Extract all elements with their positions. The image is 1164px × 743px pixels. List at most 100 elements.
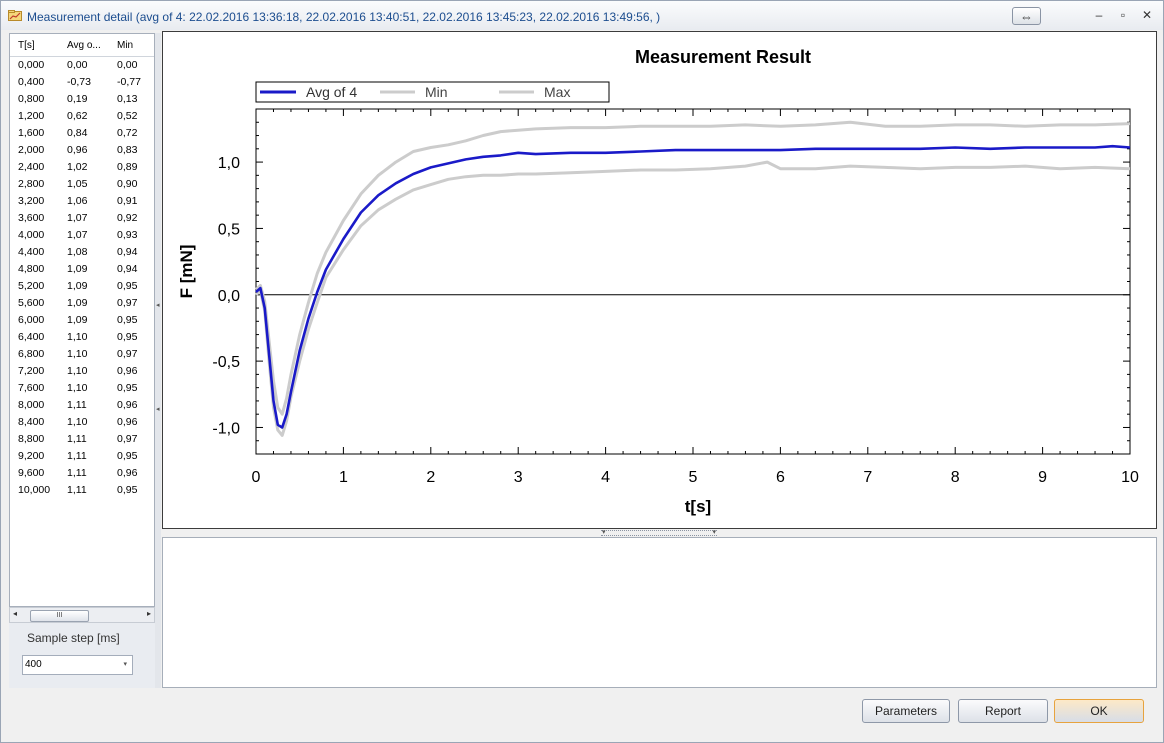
table-row[interactable]: 4,000 1,07 0,93 xyxy=(10,227,154,244)
cell-avg: 1,11 xyxy=(67,467,87,479)
column-header-min[interactable]: Min xyxy=(117,40,153,51)
cell-time: 3,600 xyxy=(18,212,45,224)
cell-min: -0,77 xyxy=(117,76,141,88)
vertical-splitter[interactable]: ◂ ◂ xyxy=(155,33,161,688)
table-row[interactable]: 8,400 1,10 0,96 xyxy=(10,414,154,431)
cell-time: 9,600 xyxy=(18,467,45,479)
table-row[interactable]: 0,000 0,00 0,00 xyxy=(10,57,154,74)
scroll-left-icon[interactable]: ◂ xyxy=(13,609,17,618)
cell-min: 0,93 xyxy=(117,229,138,241)
cell-avg: 1,07 xyxy=(67,212,88,224)
table-row[interactable]: 6,800 1,10 0,97 xyxy=(10,346,154,363)
cell-avg: -0,73 xyxy=(67,76,91,88)
table-row[interactable]: 3,600 1,07 0,92 xyxy=(10,210,154,227)
cell-min: 0,13 xyxy=(117,93,138,105)
table-row[interactable]: 9,600 1,11 0,96 xyxy=(10,465,154,482)
parameters-button[interactable]: Parameters xyxy=(862,699,950,723)
table-row[interactable]: 2,000 0,96 0,83 xyxy=(10,142,154,159)
cell-time: 2,800 xyxy=(18,178,45,190)
cell-avg: 0,96 xyxy=(67,144,88,156)
chevron-down-icon[interactable]: ▾ xyxy=(712,528,716,536)
chart-title: Measurement Result xyxy=(635,47,811,67)
y-tick-label: -0,5 xyxy=(212,354,240,371)
table-row[interactable]: 6,000 1,09 0,95 xyxy=(10,312,154,329)
x-tick-label: 9 xyxy=(1038,469,1047,486)
resize-arrows-button[interactable]: ⇔ xyxy=(1012,7,1041,25)
y-tick-label: 0,0 xyxy=(218,288,240,305)
cell-min: 0,95 xyxy=(117,331,138,343)
x-tick-label: 3 xyxy=(514,469,523,486)
table-row[interactable]: 5,600 1,09 0,97 xyxy=(10,295,154,312)
table-row[interactable]: 8,000 1,11 0,96 xyxy=(10,397,154,414)
cell-time: 8,800 xyxy=(18,433,45,445)
table-row[interactable]: 6,400 1,10 0,95 xyxy=(10,329,154,346)
table-row[interactable]: 7,200 1,10 0,96 xyxy=(10,363,154,380)
sample-step-value: 400 xyxy=(25,659,42,670)
horizontal-scrollbar[interactable]: ◂ III ▸ xyxy=(9,607,155,623)
cell-avg: 1,07 xyxy=(67,229,88,241)
table-row[interactable]: 2,400 1,02 0,89 xyxy=(10,159,154,176)
measurement-detail-window: Measurement detail (avg of 4: 22.02.2016… xyxy=(0,0,1164,743)
table-row[interactable]: 2,800 1,05 0,90 xyxy=(10,176,154,193)
cell-avg: 1,11 xyxy=(67,399,87,411)
table-row[interactable]: 1,600 0,84 0,72 xyxy=(10,125,154,142)
cell-time: 5,200 xyxy=(18,280,45,292)
x-tick-label: 10 xyxy=(1121,469,1139,486)
cell-time: 6,000 xyxy=(18,314,45,326)
cell-avg: 1,05 xyxy=(67,178,88,190)
y-axis-label: F [mN] xyxy=(177,245,196,299)
cell-time: 1,200 xyxy=(18,110,45,122)
sample-step-select[interactable]: 400 ▾ xyxy=(22,655,133,675)
cell-time: 5,600 xyxy=(18,297,45,309)
table-row[interactable]: 4,800 1,09 0,94 xyxy=(10,261,154,278)
folder-chart-icon xyxy=(8,10,22,21)
table-row[interactable]: 0,800 0,19 0,13 xyxy=(10,91,154,108)
splitter-grip-icon[interactable]: ◂ xyxy=(156,301,160,309)
left-panel: T[s] Avg o... Min 0,000 0,00 0,00 0,400 -0,7… xyxy=(9,33,155,688)
x-tick-label: 1 xyxy=(339,469,348,486)
scroll-thumb[interactable]: III xyxy=(30,610,89,622)
table-row[interactable]: 8,800 1,11 0,97 xyxy=(10,431,154,448)
measurement-chart: Measurement Result 0 1 2 3 4 5 6 7 8 9 10 1,0 0,5 0,0 -… xyxy=(177,47,1139,516)
cell-min: 0,72 xyxy=(117,127,138,139)
series-line-avg-of-4 xyxy=(255,144,1131,429)
cell-time: 0,000 xyxy=(18,59,45,71)
report-button[interactable]: Report xyxy=(958,699,1048,723)
table-body: 0,000 0,00 0,00 0,400 -0,73 -0,77 0,800 0,19 0,1… xyxy=(10,57,154,499)
y-tick-label: 1,0 xyxy=(218,155,240,172)
table-row[interactable]: 0,400 -0,73 -0,77 xyxy=(10,74,154,91)
cell-time: 1,600 xyxy=(18,127,45,139)
horizontal-splitter[interactable]: ▾ ▾ xyxy=(601,528,717,536)
splitter-grip-icon[interactable]: ◂ xyxy=(156,405,160,413)
cell-time: 2,000 xyxy=(18,144,45,156)
cell-avg: 0,84 xyxy=(67,127,88,139)
data-table[interactable]: T[s] Avg o... Min 0,000 0,00 0,00 0,400 -0,7… xyxy=(9,33,155,607)
cell-min: 0,92 xyxy=(117,212,138,224)
title-bar[interactable]: Measurement detail (avg of 4: 22.02.2016… xyxy=(1,1,1163,30)
ok-button[interactable]: OK xyxy=(1054,699,1144,723)
cell-min: 0,95 xyxy=(117,484,138,496)
cell-min: 0,00 xyxy=(117,59,138,71)
minimize-button[interactable]: – xyxy=(1089,6,1109,24)
cell-time: 6,800 xyxy=(18,348,45,360)
column-header-time[interactable]: T[s] xyxy=(18,40,62,51)
y-tick-label: 0,5 xyxy=(218,221,240,238)
scroll-right-icon[interactable]: ▸ xyxy=(147,609,151,618)
cell-time: 7,200 xyxy=(18,365,45,377)
table-row[interactable]: 5,200 1,09 0,95 xyxy=(10,278,154,295)
chevron-down-icon[interactable]: ▾ xyxy=(123,660,127,668)
table-row[interactable]: 10,000 1,11 0,95 xyxy=(10,482,154,499)
x-tick-label: 7 xyxy=(863,469,872,486)
cell-time: 3,200 xyxy=(18,195,45,207)
table-row[interactable]: 3,200 1,06 0,91 xyxy=(10,193,154,210)
table-row[interactable]: 1,200 0,62 0,52 xyxy=(10,108,154,125)
cell-min: 0,96 xyxy=(117,467,138,479)
table-row[interactable]: 4,400 1,08 0,94 xyxy=(10,244,154,261)
maximize-button[interactable]: ▫ xyxy=(1113,6,1133,24)
column-header-avg[interactable]: Avg o... xyxy=(67,40,113,51)
table-row[interactable]: 7,600 1,10 0,95 xyxy=(10,380,154,397)
chevron-down-icon[interactable]: ▾ xyxy=(602,528,606,536)
cell-avg: 1,09 xyxy=(67,314,88,326)
close-button[interactable]: ✕ xyxy=(1137,6,1157,24)
table-row[interactable]: 9,200 1,11 0,95 xyxy=(10,448,154,465)
